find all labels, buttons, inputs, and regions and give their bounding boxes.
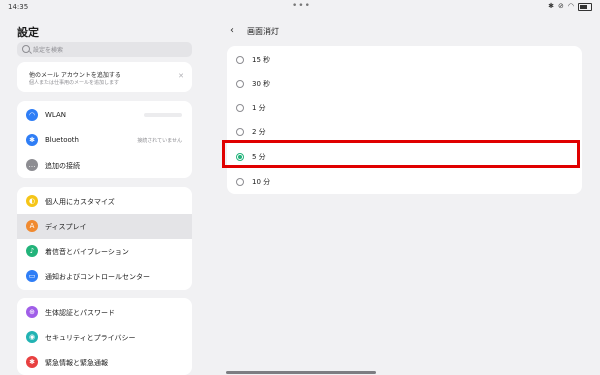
sidebar-item-more-connections[interactable]: … 追加の接続 (17, 153, 192, 178)
search-icon (22, 45, 30, 53)
home-indicator[interactable] (226, 371, 376, 374)
sidebar-item-label: 追加の接続 (45, 162, 80, 170)
option-label: 10 分 (252, 178, 271, 186)
status-bar: 14:35 ••• ✱ ⊘ ◠ (0, 0, 600, 14)
close-icon[interactable]: ✕ (178, 72, 184, 80)
back-arrow-icon[interactable]: ‹ (230, 25, 234, 36)
security-card: ⊕ 生体認証とパスワード ◉ セキュリティとプライバシー ✱ 緊急情報と緊急通報 (17, 298, 192, 375)
option-label: 2 分 (252, 128, 266, 136)
sidebar-item-sound[interactable]: ♪ 着信音とバイブレーション (17, 239, 192, 264)
sidebar-item-label: 生体認証とパスワード (45, 309, 115, 317)
palette-icon: ◐ (26, 195, 38, 207)
timeout-options-card: 15 秒 30 秒 1 分 2 分 5 分 10 分 (227, 46, 582, 194)
notification-icon: ▭ (26, 270, 38, 282)
highlight-annotation (222, 140, 580, 168)
sound-icon: ♪ (26, 245, 38, 257)
radio-button[interactable] (236, 80, 244, 88)
option-label: 30 秒 (252, 80, 271, 88)
page-title: 設定 (17, 26, 39, 39)
add-account-card[interactable]: 他のメール アカウントを追加する 個人または仕事用のメールを追加します ✕ (17, 62, 192, 92)
sidebar-item-label: WLAN (45, 111, 67, 119)
option-label: 15 秒 (252, 56, 271, 64)
search-input[interactable]: 設定を検索 (17, 42, 192, 57)
sidebar-item-label: 着信音とバイブレーション (45, 248, 129, 256)
bluetooth-icon: ✱ (548, 2, 555, 10)
option-30-seconds[interactable]: 30 秒 (227, 72, 582, 96)
sidebar-item-security[interactable]: ◉ セキュリティとプライバシー (17, 325, 192, 350)
display-icon: A (26, 220, 38, 232)
more-icon: … (26, 159, 38, 171)
sidebar-item-bluetooth[interactable]: ✱ Bluetooth 接続されていません (17, 128, 192, 153)
sidebar-item-label: 個人用にカスタマイズ (45, 198, 115, 206)
sidebar-item-personalize[interactable]: ◐ 個人用にカスタマイズ (17, 189, 192, 214)
wifi-icon: ◠ (26, 109, 38, 121)
connections-card: ◠ WLAN ✱ Bluetooth 接続されていません … 追加の接続 (17, 101, 192, 178)
radio-button[interactable] (236, 56, 244, 64)
multitask-dots[interactable]: ••• (292, 1, 311, 11)
radio-button[interactable] (236, 178, 244, 186)
sidebar-item-label: 緊急情報と緊急通報 (45, 359, 108, 367)
radio-button[interactable] (236, 128, 244, 136)
sidebar-item-label: ディスプレイ (45, 223, 87, 231)
sidebar-item-biometrics[interactable]: ⊕ 生体認証とパスワード (17, 300, 192, 325)
sidebar-item-label: セキュリティとプライバシー (45, 334, 136, 342)
sidebar-item-notifications[interactable]: ▭ 通知およびコントロールセンター (17, 264, 192, 289)
search-placeholder: 設定を検索 (33, 47, 64, 54)
sidebar-item-label: 通知およびコントロールセンター (45, 273, 150, 281)
screen-timeout-pane: ‹ 画面消灯 15 秒 30 秒 1 分 2 分 5 分 10 分 (217, 14, 600, 375)
add-account-subtitle: 個人または仕事用のメールを追加します (29, 80, 120, 86)
status-icons: ✱ ⊘ ◠ (548, 2, 592, 11)
screen-timeout-title: 画面消灯 (247, 27, 279, 36)
biometric-icon: ⊕ (26, 306, 38, 318)
sidebar-item-label: Bluetooth (45, 136, 79, 144)
sidebar-item-display[interactable]: A ディスプレイ (17, 214, 192, 239)
option-10-minutes[interactable]: 10 分 (227, 170, 582, 194)
security-icon: ◉ (26, 331, 38, 343)
status-time: 14:35 (8, 3, 29, 11)
emergency-icon: ✱ (26, 356, 38, 368)
sidebar-item-wlan[interactable]: ◠ WLAN (17, 103, 192, 128)
option-1-minute[interactable]: 1 分 (227, 96, 582, 120)
bluetooth-icon: ✱ (26, 134, 38, 146)
bluetooth-status: 接続されていません (137, 138, 182, 144)
option-label: 1 分 (252, 104, 266, 112)
battery-icon (578, 2, 592, 11)
personalization-card: ◐ 個人用にカスタマイズ A ディスプレイ ♪ 着信音とバイブレーション ▭ 通… (17, 187, 192, 290)
mute-icon: ⊘ (558, 2, 564, 10)
settings-sidebar: 設定 設定を検索 他のメール アカウントを追加する 個人または仕事用のメールを追… (0, 14, 205, 375)
wifi-icon: ◠ (567, 2, 574, 10)
sidebar-item-emergency[interactable]: ✱ 緊急情報と緊急通報 (17, 350, 192, 375)
add-account-title: 他のメール アカウントを追加する (29, 72, 121, 79)
option-15-seconds[interactable]: 15 秒 (227, 48, 582, 72)
radio-button[interactable] (236, 104, 244, 112)
wlan-network-value (144, 113, 182, 117)
